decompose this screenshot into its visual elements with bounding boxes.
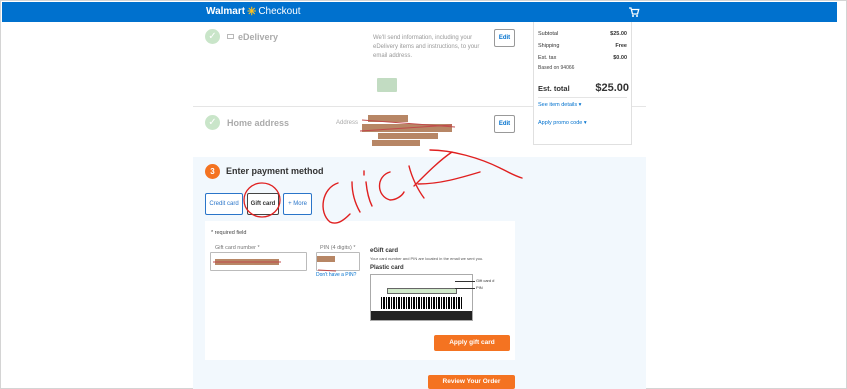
egift-card-note: Your card number and PIN are located in …	[370, 256, 484, 261]
check-circle-icon: ✓	[205, 29, 220, 44]
edelivery-edit-button[interactable]: Edit	[494, 29, 515, 47]
pin-help-link[interactable]: Don't have a PIN?	[316, 272, 356, 278]
chevron-down-icon: ▾	[578, 102, 582, 108]
home-address-edit-button[interactable]: Edit	[494, 115, 515, 133]
tax-based-on: Based on 94066	[538, 65, 575, 71]
tax-label: Est. tax	[538, 55, 557, 61]
review-order-button[interactable]: Review Your Order	[428, 375, 515, 389]
spark-icon: ✳	[247, 5, 257, 18]
subtotal-label: Subtotal	[538, 31, 559, 37]
envelope-icon	[227, 34, 234, 39]
pin-callout: PIN	[476, 285, 483, 290]
egift-card-title: eGift card	[370, 248, 399, 254]
edelivery-description: We'll send information, including your e…	[373, 35, 480, 59]
checkout-label: Checkout	[258, 6, 301, 17]
home-address-title: Home address	[227, 117, 290, 128]
pin-label: PIN (4 digits) *	[320, 245, 356, 251]
tab-gift-card[interactable]: Gift card	[247, 193, 279, 215]
shipping-label: Shipping	[538, 43, 560, 49]
tax-row: Est. tax $0.00	[538, 55, 627, 61]
subtotal-value: $25.00	[610, 31, 627, 37]
order-summary-panel: Subtotal $25.00 Shipping Free Est. tax $…	[533, 22, 632, 145]
chevron-down-icon: ▾	[583, 120, 587, 126]
shipping-row: Shipping Free	[538, 43, 627, 49]
gift-card-number-input[interactable]	[210, 252, 307, 271]
address-label: Address	[336, 120, 359, 126]
est-total-value: $25.00	[595, 82, 629, 94]
gift-card-form: * required field Gift card number * PIN …	[205, 221, 515, 360]
walmart-checkout-logo[interactable]: Walmart ✳ Checkout	[206, 6, 301, 17]
apply-promo-code-link[interactable]: Apply promo code ▾	[538, 120, 587, 126]
item-details-label: See item details	[538, 102, 578, 108]
summary-divider	[538, 97, 627, 98]
estimated-total-row: Est. total $25.00	[538, 82, 629, 94]
apply-gift-card-button[interactable]: Apply gift card	[434, 335, 510, 351]
gift-card-number-callout: Gift card #	[476, 278, 495, 283]
gift-card-number-label: Gift card number *	[215, 245, 260, 251]
pin-input[interactable]	[316, 252, 360, 271]
barcode-icon	[381, 297, 463, 309]
tab-more[interactable]: + More	[283, 193, 312, 215]
shipping-value: Free	[615, 43, 627, 49]
cart-icon[interactable]	[628, 6, 640, 18]
tax-value: $0.00	[613, 55, 627, 61]
required-field-note: * required field	[211, 230, 247, 236]
edelivery-title: eDelivery	[238, 31, 279, 42]
top-header-bar: Walmart ✳ Checkout	[2, 2, 837, 22]
promo-code-label: Apply promo code	[538, 120, 583, 126]
check-circle-icon: ✓	[205, 115, 220, 130]
see-item-details-link[interactable]: See item details ▾	[538, 102, 581, 108]
callout-line	[455, 281, 475, 282]
payment-step-title: Enter payment method	[226, 166, 324, 176]
card-number-strip	[387, 288, 457, 294]
brand-name: Walmart	[206, 6, 246, 17]
subtotal-row: Subtotal $25.00	[538, 31, 627, 37]
magnetic-stripe	[371, 311, 472, 320]
callout-line	[455, 288, 475, 289]
tab-credit-card[interactable]: Credit card	[205, 193, 243, 215]
est-total-label: Est. total	[538, 84, 570, 93]
edelivery-step: ✓ eDelivery	[205, 29, 278, 44]
email-illustration-icon	[377, 78, 397, 92]
step-number-badge: 3	[205, 164, 220, 179]
home-address-step: ✓ Home address	[205, 115, 289, 130]
plastic-card-title: Plastic card	[370, 265, 404, 271]
